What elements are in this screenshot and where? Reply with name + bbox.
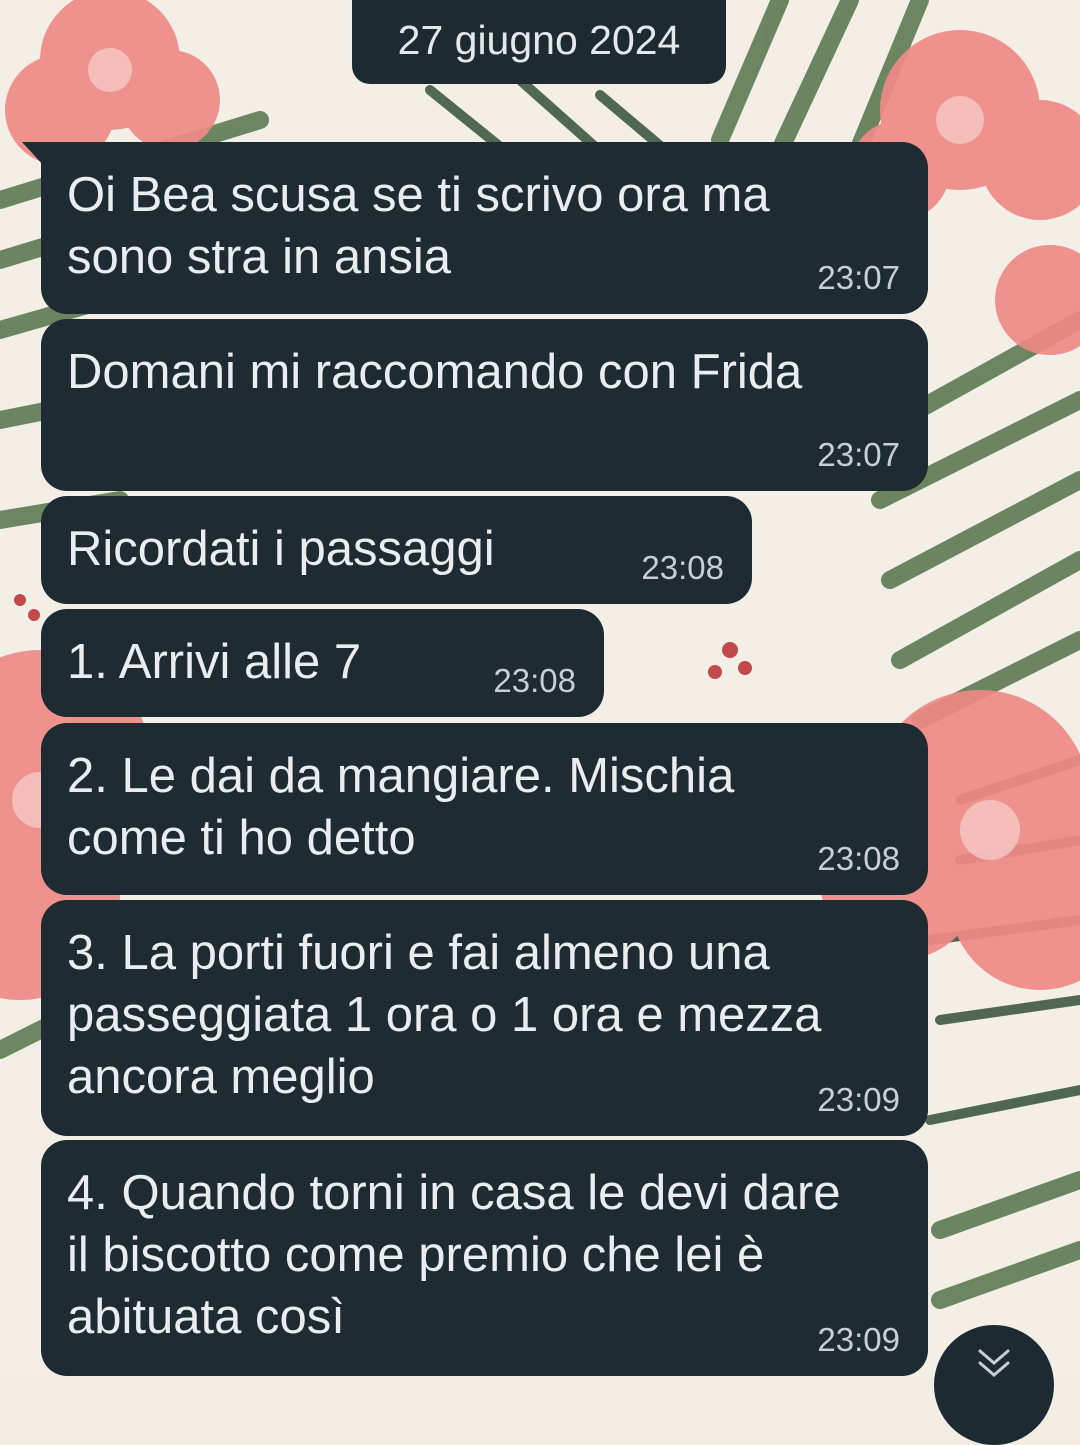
message-time: 23:08 xyxy=(493,662,576,699)
message-bubble[interactable]: 3. La porti fuori e fai almeno una passe… xyxy=(41,900,928,1136)
message-text: Ricordati i passaggi xyxy=(67,522,495,576)
message-bubble[interactable]: 1. Arrivi alle 7 23:08 xyxy=(41,609,604,717)
message-text: Oi Bea scusa se ti scrivo ora ma sono st… xyxy=(67,168,770,284)
message-time: 23:08 xyxy=(817,840,900,877)
message-bubble[interactable]: 2. Le dai da mangiare. Mischia come ti h… xyxy=(41,723,928,895)
message-text: 2. Le dai da mangiare. Mischia come ti h… xyxy=(67,749,735,865)
double-chevron-down-icon xyxy=(978,1349,1010,1377)
message-time: 23:08 xyxy=(641,549,724,586)
message-bubble[interactable]: 4. Quando torni in casa le devi dare il … xyxy=(41,1140,928,1376)
message-text: Domani mi raccomando con Frida xyxy=(67,345,803,399)
message-text: 3. La porti fuori e fai almeno una passe… xyxy=(67,926,822,1104)
message-text: 4. Quando torni in casa le devi dare il … xyxy=(67,1166,841,1344)
message-bubble[interactable]: Domani mi raccomando con Frida 23:07 xyxy=(41,319,928,491)
message-time: 23:07 xyxy=(817,436,900,473)
message-time: 23:07 xyxy=(817,259,900,296)
message-bubble[interactable]: Oi Bea scusa se ti scrivo ora ma sono st… xyxy=(41,142,928,314)
date-divider: 27 giugno 2024 xyxy=(352,0,726,84)
scroll-to-bottom-button[interactable] xyxy=(934,1325,1054,1445)
message-text: 1. Arrivi alle 7 xyxy=(67,635,362,689)
message-time: 23:09 xyxy=(817,1081,900,1118)
message-bubble[interactable]: Ricordati i passaggi 23:08 xyxy=(41,496,752,604)
message-time: 23:09 xyxy=(817,1321,900,1358)
